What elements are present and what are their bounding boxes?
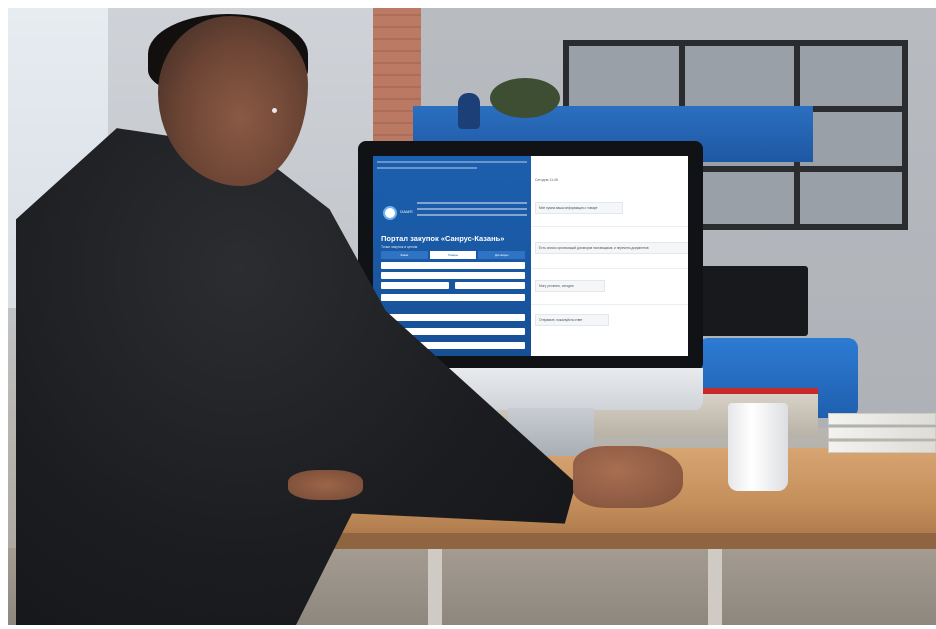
form-field[interactable] xyxy=(381,282,449,289)
portal-nav-links xyxy=(417,202,527,220)
form-field[interactable] xyxy=(381,272,525,279)
chat-header: Сегодня 11:45 xyxy=(535,178,558,182)
chat-message: Отправьте, пожалуйста ответ xyxy=(535,314,609,326)
chat-panel: Сегодня 11:45 Мне нужна ваша информация … xyxy=(531,156,688,356)
chat-message: Могу уточнить, сегодня xyxy=(535,280,605,292)
television xyxy=(698,266,808,336)
portal-subtitle: Точки закупок в целом xyxy=(381,245,418,249)
desk-leg xyxy=(428,549,442,625)
person-hand-mouse xyxy=(573,446,683,508)
form-field[interactable] xyxy=(381,294,525,301)
book-stack xyxy=(828,413,936,457)
tab-contracts[interactable]: Договоры xyxy=(478,251,526,259)
earring xyxy=(272,108,277,113)
coffee-cup xyxy=(728,403,788,491)
tab-goods[interactable]: Товары xyxy=(429,251,477,259)
monitor-screen: ОАМП Портал закупок «Санрус-Казань» Точк… xyxy=(373,156,688,356)
form-field[interactable] xyxy=(381,314,525,321)
chat-message: Мне нужна ваша информация о товаре xyxy=(535,202,623,214)
tab-order[interactable]: Заказ xyxy=(381,251,428,259)
portal-tabs: Заказ Товары Договоры xyxy=(381,251,526,259)
chat-message: Есть список организаций договоров постав… xyxy=(535,242,688,254)
office-photo: ОАМП Портал закупок «Санрус-Казань» Точк… xyxy=(8,8,936,625)
vase xyxy=(458,93,480,129)
plant xyxy=(490,78,560,118)
desk-edge xyxy=(236,533,936,549)
desk-leg xyxy=(708,549,722,625)
portal-logo-icon xyxy=(383,206,397,220)
form-field[interactable] xyxy=(381,262,525,269)
portal-title: Портал закупок «Санрус-Казань» xyxy=(381,234,505,243)
portal-logo-text: ОАМП xyxy=(400,209,413,214)
form-field[interactable] xyxy=(455,282,525,289)
person-hand-desk xyxy=(288,470,363,500)
